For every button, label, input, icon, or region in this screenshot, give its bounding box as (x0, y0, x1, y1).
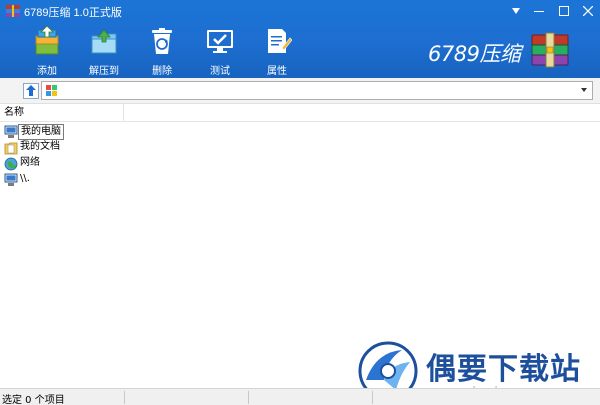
extract-icon (91, 29, 117, 54)
triangle-down-icon (512, 8, 520, 14)
window-title: 6789压缩 1.0正式版 (24, 7, 122, 19)
list-item-label: 网络 (20, 157, 40, 168)
app-header: 6789压缩 1.0正式版 添加 解压到 删除 测试 属性 6789压缩 (0, 0, 600, 78)
delete-label: 删除 (152, 66, 172, 77)
close-button[interactable] (574, 0, 600, 22)
column-name-header[interactable]: 名称 (0, 104, 124, 121)
add-archive-icon (35, 26, 59, 55)
extract-to-button[interactable]: 解压到 (80, 24, 128, 77)
add-button[interactable]: 添加 (23, 24, 71, 77)
network-icon (4, 157, 18, 171)
title-bar: 6789压缩 1.0正式版 (0, 0, 600, 22)
properties-label: 属性 (267, 66, 287, 77)
windows-flag-icon (46, 85, 57, 96)
test-monitor-icon (207, 30, 233, 53)
archive-logo-icon (531, 32, 569, 68)
list-item-label: 我的电脑 (18, 124, 64, 140)
documents-icon (4, 142, 18, 155)
extract-to-label: 解压到 (89, 66, 119, 77)
computer-icon (4, 173, 18, 186)
up-folder-icon[interactable] (23, 83, 39, 99)
app-icon (6, 5, 20, 17)
watermark-title: 偶要下载站 (426, 352, 581, 387)
list-item-label: 我的文档 (20, 141, 60, 152)
address-bar (0, 78, 600, 104)
minimize-button[interactable] (525, 0, 553, 22)
toolbar: 添加 解压到 删除 测试 属性 6789压缩 (0, 22, 600, 78)
status-divider (372, 391, 373, 404)
delete-button[interactable]: 删除 (138, 24, 186, 77)
chevron-down-icon[interactable] (579, 85, 589, 95)
recycle-bin-icon (152, 28, 172, 54)
test-button[interactable]: 测试 (196, 24, 244, 77)
minimize-icon (534, 11, 544, 12)
add-label: 添加 (37, 66, 57, 77)
computer-icon (4, 125, 18, 138)
properties-button[interactable]: 属性 (253, 24, 301, 77)
close-icon (583, 6, 593, 16)
status-text: 选定 0 个项目 (2, 395, 65, 405)
properties-icon (268, 29, 292, 53)
maximize-icon (559, 6, 569, 16)
list-item-label: \\. (20, 173, 30, 184)
address-input[interactable] (41, 81, 593, 100)
status-divider (248, 391, 249, 404)
column-header: 名称 (0, 104, 600, 122)
brand-text: 6789压缩 (428, 42, 521, 66)
status-bar: 选定 0 个项目 (0, 388, 600, 405)
status-divider (124, 391, 125, 404)
test-label: 测试 (210, 66, 230, 77)
